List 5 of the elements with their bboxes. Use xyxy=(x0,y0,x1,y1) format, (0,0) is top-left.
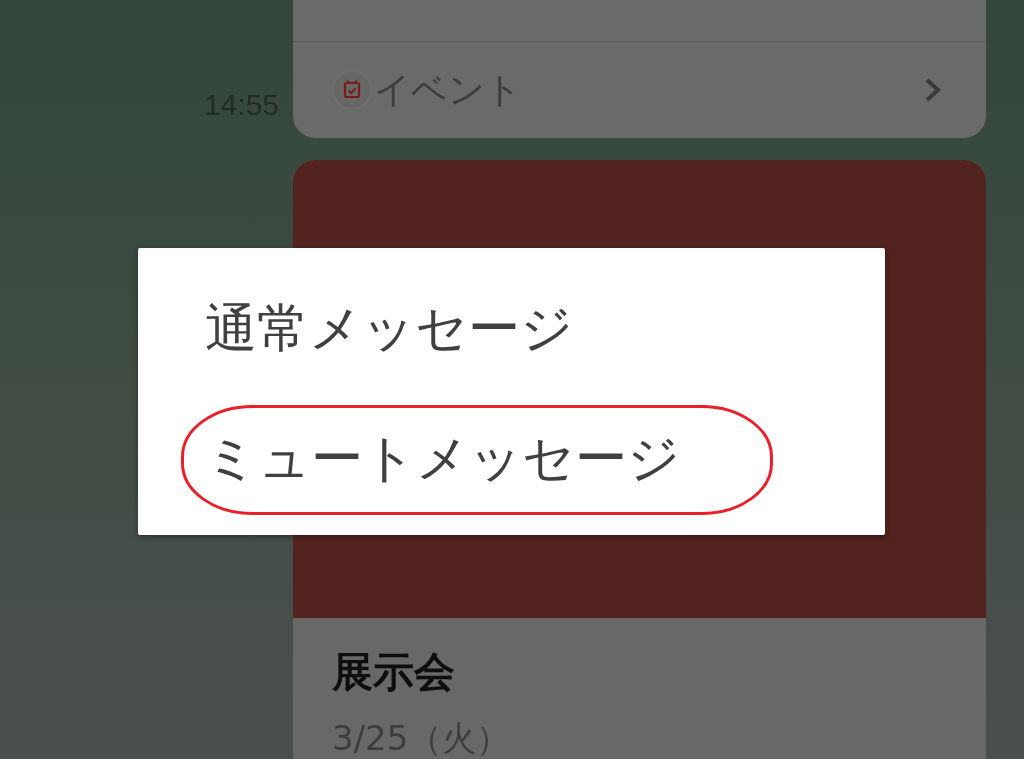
chevron-right-icon xyxy=(924,77,942,103)
menu-item[interactable]: ミュートメッセージ xyxy=(138,393,885,523)
calendar-check-icon xyxy=(332,70,372,110)
event-title: 展示会 xyxy=(332,648,455,696)
menu-item[interactable]: 通常メッセージ xyxy=(138,263,885,393)
